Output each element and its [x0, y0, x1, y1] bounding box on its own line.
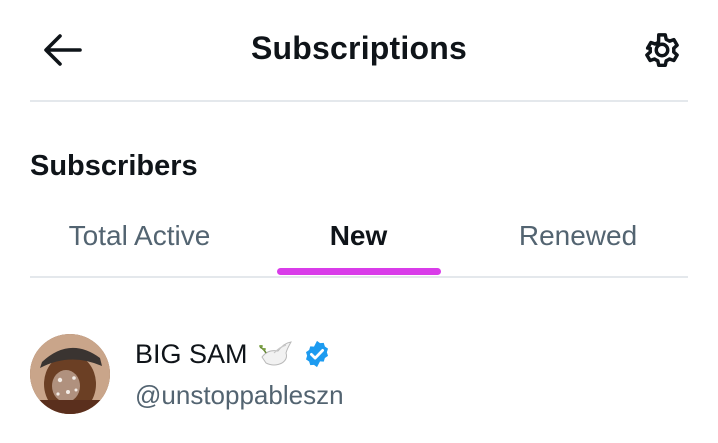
- avatar[interactable]: [30, 334, 110, 414]
- active-tab-indicator: [277, 268, 441, 275]
- tab-new[interactable]: New: [249, 196, 468, 276]
- settings-button[interactable]: [634, 24, 690, 76]
- user-name-line: BIG SAM: [135, 336, 332, 372]
- list-item[interactable]: BIG SAM @unstoppableszn: [0, 320, 718, 430]
- header-divider: [30, 100, 688, 102]
- tab-renewed[interactable]: Renewed: [468, 196, 688, 276]
- verified-badge-icon: [302, 339, 332, 369]
- dove-icon: [258, 339, 294, 369]
- section-title: Subscribers: [30, 150, 198, 182]
- page-title: Subscriptions: [251, 30, 467, 66]
- avatar-photo: [30, 334, 110, 414]
- user-handle: @unstoppableszn: [135, 380, 344, 410]
- tab-total-active[interactable]: Total Active: [30, 196, 249, 276]
- gear-icon: [645, 33, 679, 68]
- subscriber-tabs: Total Active New Renewed: [30, 196, 688, 278]
- header-bar: Subscriptions: [0, 0, 718, 100]
- user-display-name: BIG SAM: [135, 338, 248, 369]
- tabs-divider: [30, 276, 688, 278]
